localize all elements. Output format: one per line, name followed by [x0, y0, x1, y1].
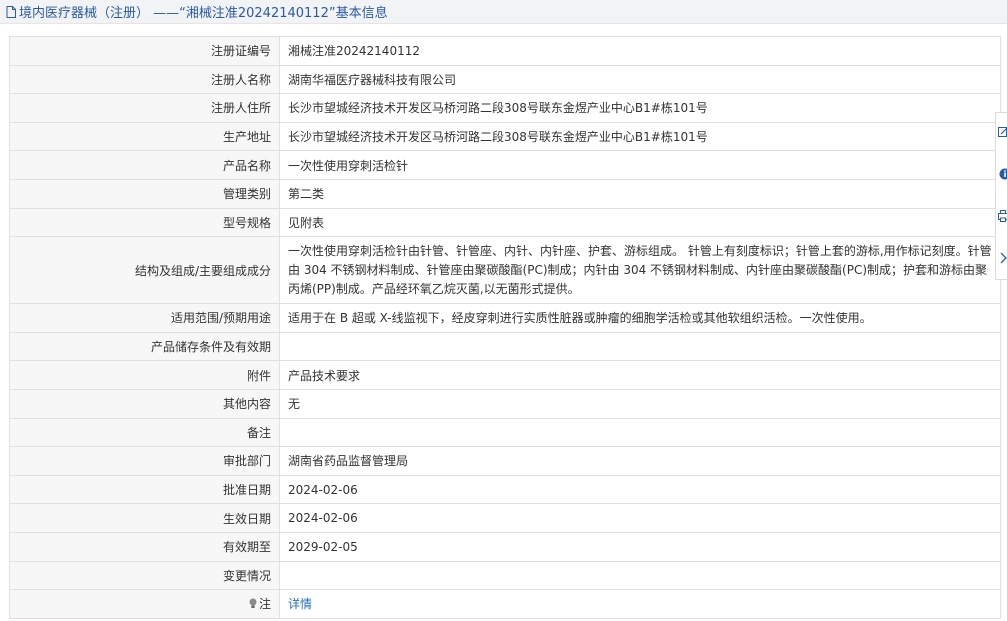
table-row: 产品名称 一次性使用穿刺活检针	[9, 150, 1001, 180]
note-label: 注	[258, 597, 271, 612]
row-value: 2024-02-06	[279, 503, 1001, 533]
page-header: 境内医疗器械（注册） ——“湘械注准20242140112”基本信息	[0, 0, 1007, 24]
row-value: 一次性使用穿刺活检针由针管、针管座、内针、内针座、护套、游标组成。 针管上有刻度…	[279, 236, 1001, 305]
row-value: 第二类	[279, 178, 1001, 209]
row-value: 湖南省药品监督管理局	[279, 446, 1001, 476]
row-value: 湘械注准20242140112	[279, 36, 1001, 66]
table-row: 管理类别 第二类	[9, 178, 1001, 209]
row-label: 管理类别	[9, 178, 280, 209]
row-label: 注册人名称	[9, 64, 280, 95]
row-value	[279, 560, 1001, 591]
table-row: 注册人名称 湖南华福医疗器械科技有限公司	[9, 64, 1001, 95]
row-value: 见附表	[279, 207, 1001, 238]
table-row: 型号规格 见附表	[9, 207, 1001, 238]
row-value: 一次性使用穿刺活检针	[279, 150, 1001, 180]
row-value: 湖南华福医疗器械科技有限公司	[279, 64, 1001, 95]
row-value	[279, 331, 1001, 362]
table-row: 审批部门 湖南省药品监督管理局	[9, 446, 1001, 476]
row-label: 产品名称	[9, 150, 280, 180]
table-row: 附件 产品技术要求	[9, 360, 1001, 390]
row-label: 其他内容	[9, 388, 280, 419]
row-label: 结构及组成/主要组成成分	[9, 236, 280, 305]
row-label: 附件	[9, 360, 280, 390]
row-label: 型号规格	[9, 207, 280, 238]
details-link[interactable]: 详情	[288, 597, 312, 611]
row-value	[279, 417, 1001, 448]
row-label: 变更情况	[9, 560, 280, 591]
table-row: 生效日期 2024-02-06	[9, 503, 1001, 533]
row-value: 产品技术要求	[279, 360, 1001, 390]
row-label: 产品储存条件及有效期	[9, 331, 280, 362]
table-row: 注册证编号 湘械注准20242140112	[9, 36, 1001, 66]
table-row: 其他内容 无	[9, 388, 1001, 419]
table-row: 有效期至 2029-02-05	[9, 531, 1001, 562]
row-label: 注册人住所	[9, 93, 280, 123]
table-row: 变更情况	[9, 560, 1001, 591]
row-label: 适用范围/预期用途	[9, 303, 280, 333]
side-toolbar	[995, 112, 1007, 280]
info-table: 注册证编号 湘械注准20242140112 注册人名称 湖南华福医疗器械科技有限…	[9, 36, 1001, 619]
note-row: 注 详情	[9, 589, 1001, 619]
table-row: 备注	[9, 417, 1001, 448]
print-icon[interactable]	[998, 209, 1007, 223]
row-value: 2029-02-05	[279, 531, 1001, 562]
table-row: 批准日期 2024-02-06	[9, 474, 1001, 505]
row-label: 批准日期	[9, 474, 280, 505]
info-icon[interactable]	[998, 167, 1007, 181]
page-title: 境内医疗器械（注册） ——“湘械注准20242140112”基本信息	[19, 6, 388, 21]
edit-icon[interactable]	[998, 125, 1007, 139]
row-label: 有效期至	[9, 531, 280, 562]
table-row: 结构及组成/主要组成成分 一次性使用穿刺活检针由针管、针管座、内针、内针座、护套…	[9, 236, 1001, 305]
row-label: 注册证编号	[9, 36, 280, 66]
note-label-cell: 注	[9, 589, 280, 619]
row-label: 生效日期	[9, 503, 280, 533]
row-label: 审批部门	[9, 446, 280, 476]
row-label: 备注	[9, 417, 280, 448]
row-value: 2024-02-06	[279, 474, 1001, 505]
row-value: 无	[279, 388, 1001, 419]
collapse-arrow-icon[interactable]	[998, 251, 1007, 265]
row-label: 生产地址	[9, 121, 280, 152]
document-icon	[6, 5, 16, 18]
row-value: 适用于在 B 超或 X-线监视下，经皮穿刺进行实质性脏器或肿瘤的细胞学活检或其他…	[279, 303, 1001, 333]
table-row: 生产地址 长沙市望城经济技术开发区马桥河路二段308号联东金煜产业中心B1#栋1…	[9, 121, 1001, 152]
table-row: 适用范围/预期用途 适用于在 B 超或 X-线监视下，经皮穿刺进行实质性脏器或肿…	[9, 303, 1001, 333]
row-value: 长沙市望城经济技术开发区马桥河路二段308号联东金煜产业中心B1#栋101号	[279, 121, 1001, 152]
lightbulb-icon	[248, 598, 258, 609]
row-value: 长沙市望城经济技术开发区马桥河路二段308号联东金煜产业中心B1#栋101号	[279, 93, 1001, 123]
table-row: 产品储存条件及有效期	[9, 331, 1001, 362]
note-value-cell: 详情	[279, 589, 1001, 619]
table-row: 注册人住所 长沙市望城经济技术开发区马桥河路二段308号联东金煜产业中心B1#栋…	[9, 93, 1001, 123]
